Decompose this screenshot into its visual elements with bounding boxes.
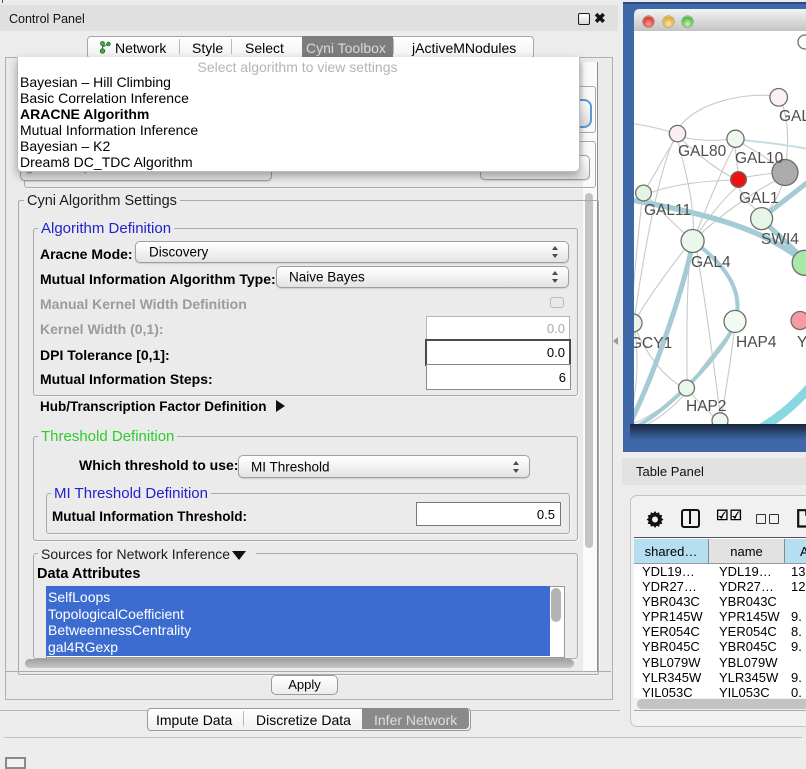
svg-text:GCY1: GCY1 [634, 335, 672, 352]
svg-text:SWI4: SWI4 [761, 231, 799, 248]
svg-text:GAL4: GAL4 [691, 254, 731, 271]
svg-text:GAL2: GAL2 [779, 108, 806, 125]
svg-text:Y: Y [797, 334, 806, 351]
svg-text:HAP2: HAP2 [686, 398, 727, 415]
svg-text:GAL10: GAL10 [735, 150, 784, 167]
svg-text:HAP4: HAP4 [736, 334, 777, 351]
svg-text:GAL80: GAL80 [678, 143, 727, 160]
svg-text:GAL1: GAL1 [739, 190, 779, 207]
svg-text:GAL11: GAL11 [644, 202, 691, 219]
